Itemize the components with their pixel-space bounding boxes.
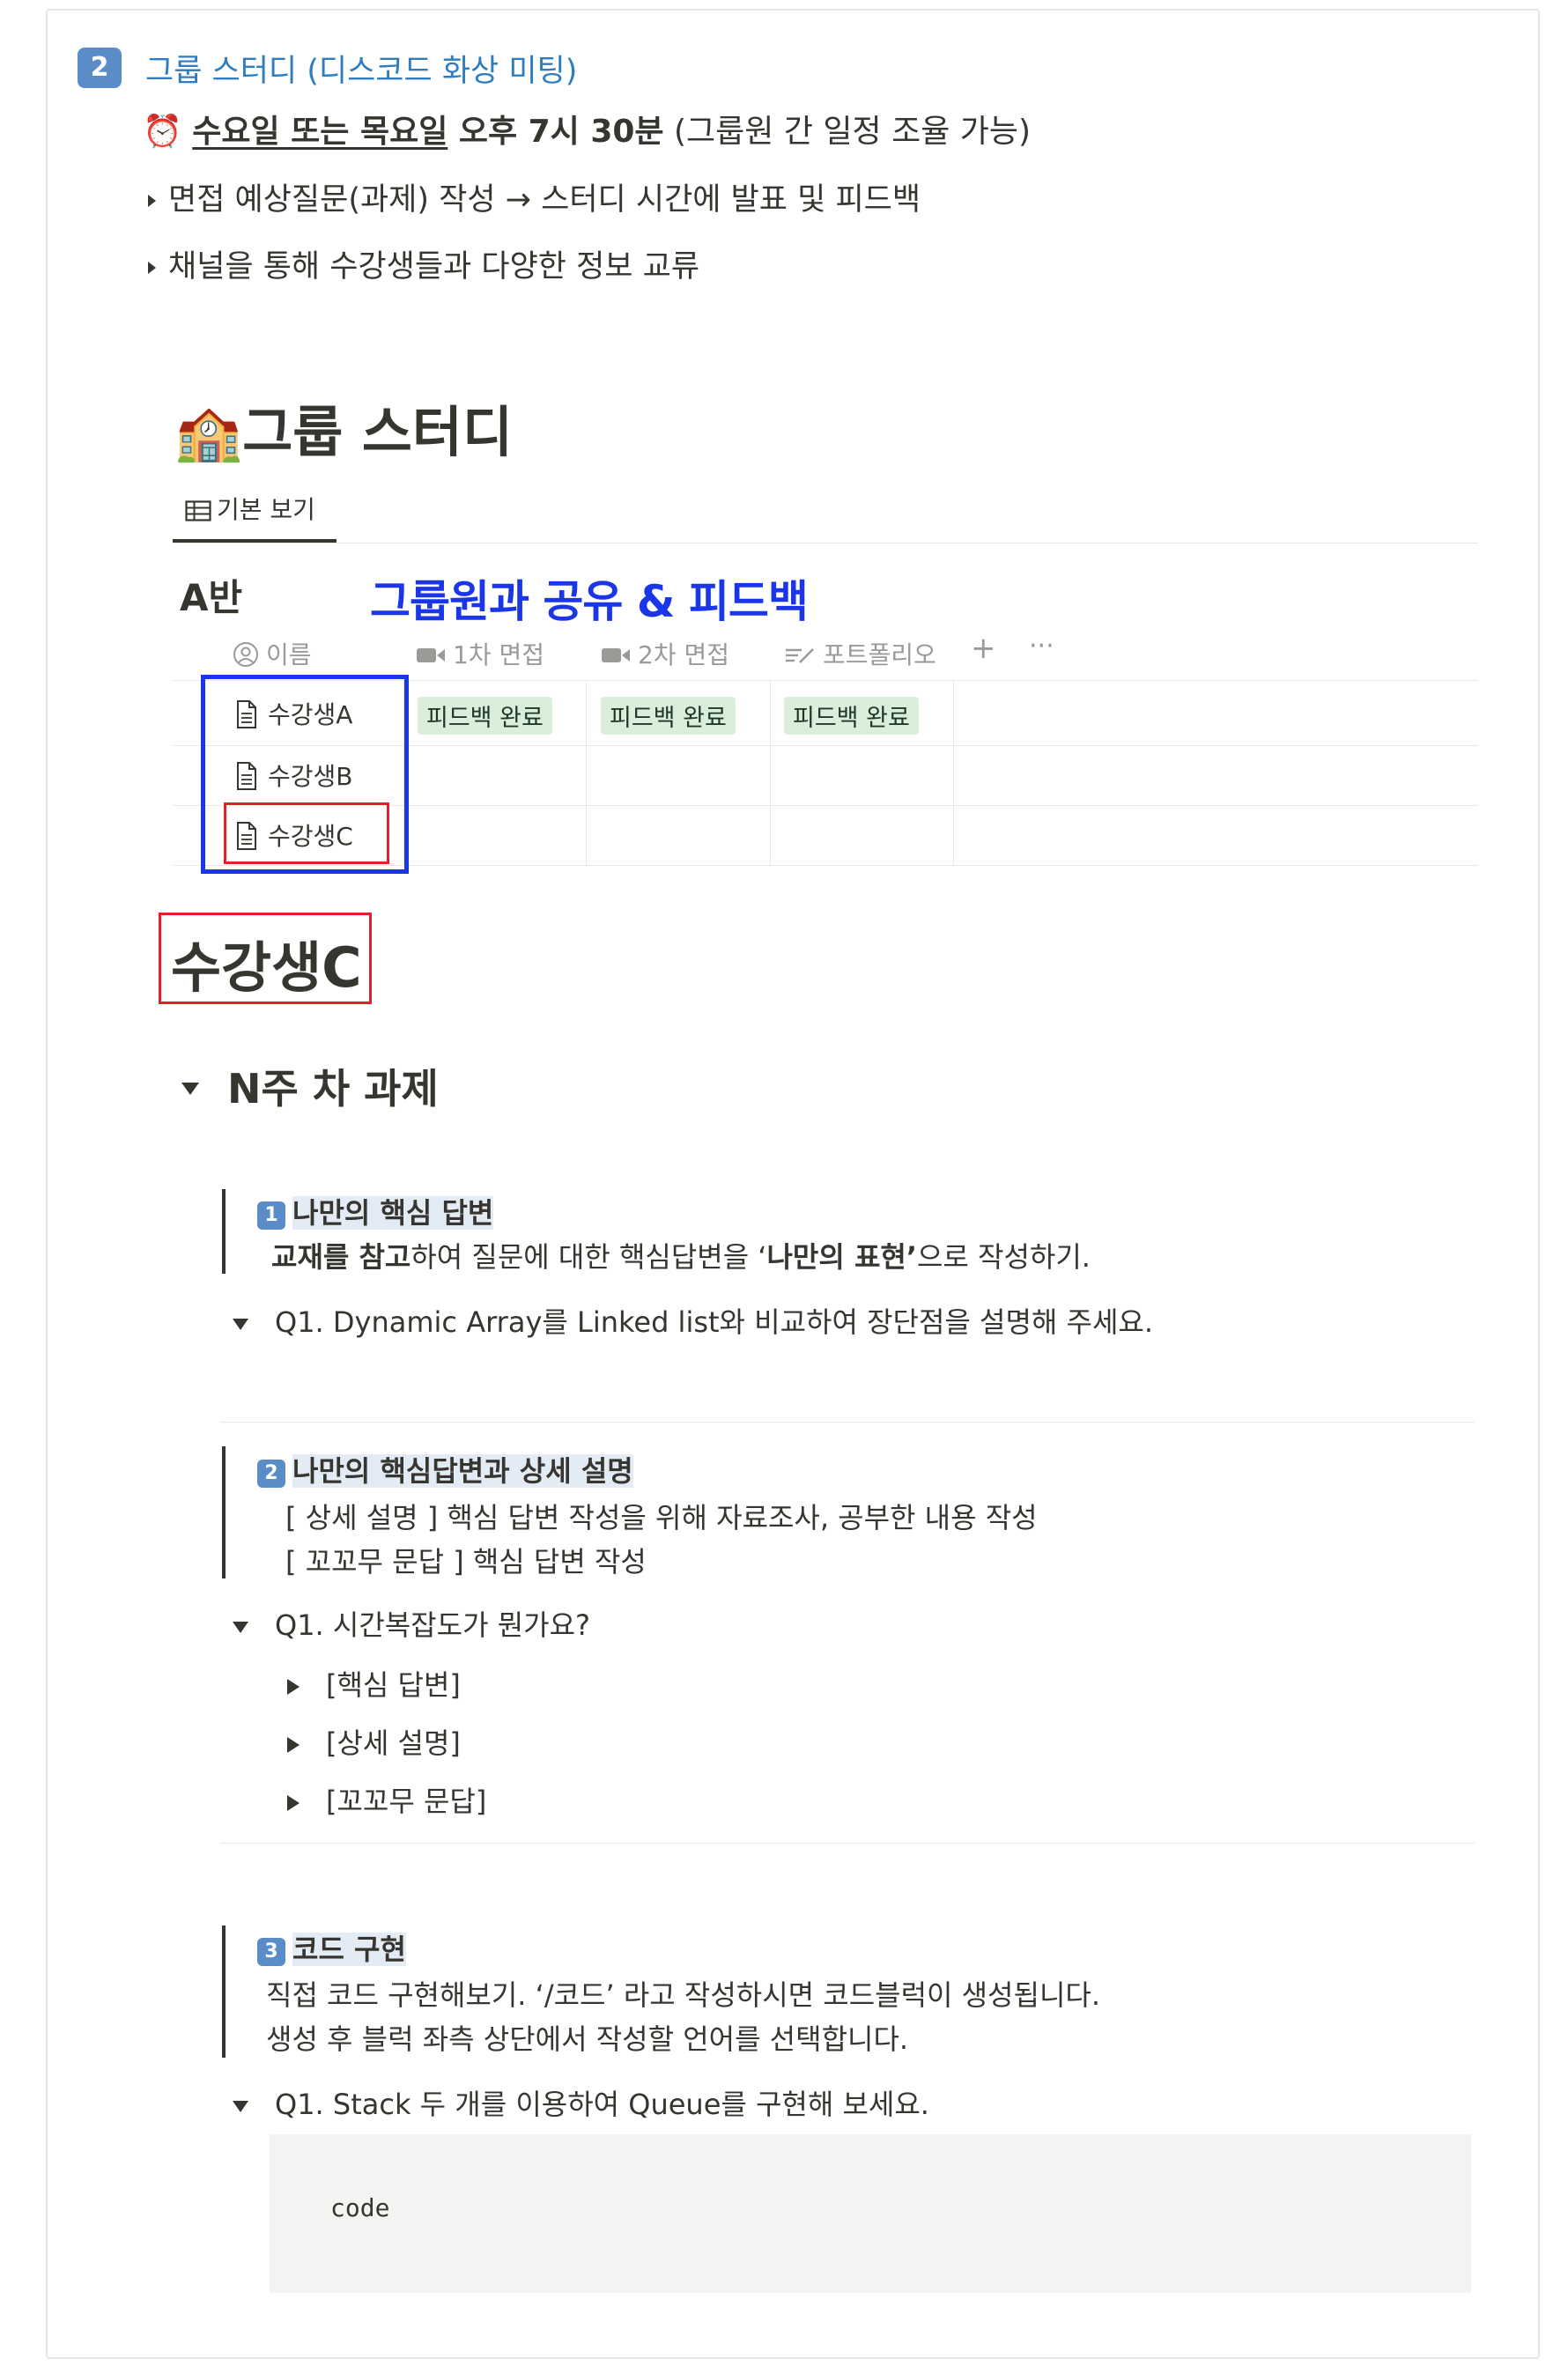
annotation-box-red-row — [224, 802, 389, 864]
sub-toggle-label: [핵심 답변] — [326, 1668, 461, 1702]
toggle-item[interactable]: 면접 예상질문(과제) 작성 → 스터디 시간에 발표 및 피드백 — [148, 174, 921, 219]
toggle-arrow-icon[interactable] — [287, 1737, 300, 1753]
alarm-clock-icon: ⏰ — [143, 114, 182, 150]
column-header-interview2[interactable]: 2차 면접 — [601, 636, 729, 671]
task-heading-text: 나만의 핵심답변과 상세 설명 — [292, 1454, 633, 1488]
task-description: [ 상세 설명 ] 핵심 답변 작성을 위해 자료조사, 공부한 내용 작성 — [285, 1501, 1038, 1534]
sub-toggle[interactable]: [상세 설명] — [287, 1721, 461, 1762]
status-badge: 피드백 완료 — [418, 697, 552, 735]
toggle-heading-label: N주 차 과제 — [227, 1065, 439, 1113]
video-camera-icon — [601, 646, 631, 665]
status-badge: 피드백 완료 — [601, 697, 736, 735]
column-header-label: 1차 면접 — [453, 640, 544, 669]
toggle-arrow-icon[interactable] — [148, 195, 156, 207]
question-toggle[interactable]: Q1. Stack 두 개를 이용하여 Queue를 구현해 보세요. — [233, 2082, 929, 2123]
task-heading-text: 나만의 핵심 답변 — [292, 1196, 494, 1230]
sub-toggle[interactable]: [핵심 답변] — [287, 1663, 461, 1704]
desc-text: 으로 작성하기. — [916, 1240, 1091, 1274]
database-title-text: 그룹 스터디 — [242, 400, 513, 464]
sub-toggle-label: [상세 설명] — [326, 1726, 461, 1760]
schedule-note: (그룹원 간 일정 조율 가능) — [663, 114, 1032, 150]
more-options-button[interactable]: ··· — [1029, 631, 1054, 662]
code-text[interactable]: code — [330, 2193, 389, 2222]
toggle-arrow-icon[interactable] — [148, 262, 156, 274]
column-divider — [586, 680, 587, 865]
task-heading-text: 코드 구현 — [292, 1933, 406, 1966]
task-heading: 2 나만의 핵심답변과 상세 설명 — [257, 1449, 633, 1490]
table-icon — [185, 500, 211, 521]
column-header-interview1[interactable]: 1차 면접 — [416, 636, 544, 671]
group-label: A반 — [180, 576, 243, 619]
task-description: 교재를 참고하여 질문에 대한 핵심답변을 ‘나만의 표현’으로 작성하기. — [271, 1235, 1091, 1275]
task-description: [ 꼬꼬무 문답 ] 핵심 답변 작성 — [285, 1545, 647, 1578]
question-text: Q1. Dynamic Array를 Linked list와 비교하여 장단점… — [275, 1305, 1154, 1339]
add-column-button[interactable]: + — [971, 631, 996, 666]
toggle-arrow-icon[interactable] — [233, 1621, 248, 1633]
annotation-box-red-title — [159, 913, 372, 1004]
divider — [220, 1422, 1475, 1423]
toggle-arrow-icon[interactable] — [233, 1318, 248, 1330]
keycap-number-icon: 3 — [257, 1938, 285, 1966]
column-divider — [770, 680, 771, 865]
tab-label: 기본 보기 — [217, 495, 315, 524]
question-text: Q1. 시간복잡도가 뭔가요? — [275, 1608, 591, 1642]
database-title: 🏫그룹 스터디 — [174, 388, 513, 467]
question-toggle[interactable]: Q1. Dynamic Array를 Linked list와 비교하여 장단점… — [233, 1300, 1153, 1341]
question-toggle[interactable]: Q1. 시간복잡도가 뭔가요? — [233, 1603, 590, 1644]
keycap-number-icon: 2 — [257, 1460, 285, 1488]
task-description: 직접 코드 구현해보기. ‘/코드’ 라고 작성하시면 코드블럭이 생성됩니다. — [266, 1978, 1100, 2012]
column-header-label: 포트폴리오 — [823, 640, 936, 669]
section-title: 그룹 스터디 (디스코드 화상 미팅) — [145, 54, 578, 89]
toggle-heading[interactable]: N주 차 과제 — [181, 1057, 439, 1115]
toggle-arrow-icon[interactable] — [287, 1795, 300, 1811]
desc-bold: 교재를 참고 — [271, 1240, 411, 1274]
task-heading: 3 코드 구현 — [257, 1927, 406, 1968]
text-edit-icon — [784, 646, 816, 665]
quote-bar — [222, 1446, 226, 1578]
schedule-time: 오후 7시 30분 — [447, 114, 664, 150]
sub-toggle-label: [꼬꼬무 문답] — [326, 1785, 487, 1818]
task-heading: 1 나만의 핵심 답변 — [257, 1191, 494, 1231]
desc-text: 하여 질문에 대한 핵심답변을 ‘ — [410, 1240, 767, 1274]
sub-toggle[interactable]: [꼬꼬무 문답] — [287, 1779, 486, 1820]
keycap-number-icon: 1 — [257, 1201, 285, 1230]
toggle-item-label: 채널을 통해 수강생들과 다양한 정보 교류 — [168, 249, 700, 285]
column-header-portfolio[interactable]: 포트폴리오 — [784, 636, 936, 671]
desc-bold: 나만의 표현’ — [766, 1240, 917, 1274]
task-description: 생성 후 블럭 좌측 상단에서 작성할 언어를 선택합니다. — [266, 2022, 909, 2056]
code-block[interactable] — [270, 2134, 1471, 2293]
keycap-number-icon: 2 — [78, 48, 122, 88]
toggle-arrow-icon[interactable] — [233, 2100, 248, 2112]
column-divider — [953, 680, 954, 865]
person-icon — [233, 641, 259, 668]
toggle-item-label: 면접 예상질문(과제) 작성 → 스터디 시간에 발표 및 피드백 — [168, 182, 921, 218]
video-camera-icon — [416, 646, 446, 665]
schedule-line: ⏰ 수요일 또는 목요일 오후 7시 30분 (그룹원 간 일정 조율 가능) — [143, 106, 1031, 152]
status-badge: 피드백 완료 — [784, 697, 919, 735]
tab-default-view[interactable]: 기본 보기 — [185, 491, 315, 526]
column-header-label: 이름 — [266, 640, 312, 669]
column-header-name[interactable]: 이름 — [233, 636, 312, 671]
schedule-days: 수요일 또는 목요일 — [192, 114, 448, 150]
toggle-item[interactable]: 채널을 통해 수강생들과 다양한 정보 교류 — [148, 241, 699, 286]
column-header-label: 2차 면접 — [638, 640, 729, 669]
toggle-arrow-icon[interactable] — [181, 1082, 199, 1095]
question-text: Q1. Stack 두 개를 이용하여 Queue를 구현해 보세요. — [275, 2088, 929, 2121]
school-icon: 🏫 — [174, 400, 243, 464]
quote-bar — [222, 1926, 226, 2058]
annotation-text: 그룹원과 공유 & 피드백 — [370, 576, 809, 627]
quote-bar — [222, 1189, 226, 1274]
toggle-arrow-icon[interactable] — [287, 1679, 300, 1695]
divider — [220, 1843, 1475, 1844]
